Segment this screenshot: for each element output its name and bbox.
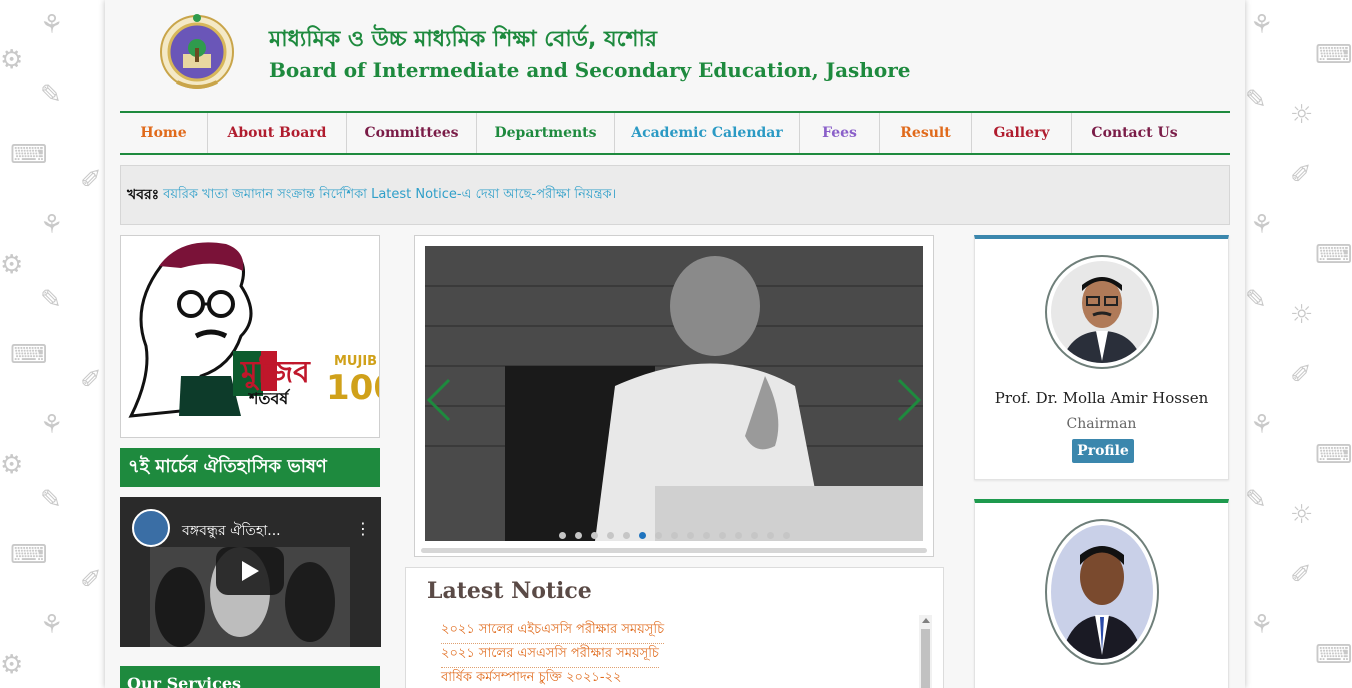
- slider-dot[interactable]: [590, 532, 598, 539]
- ticker-label: খবরঃ: [127, 187, 160, 203]
- mujib-label-en: MUJIB: [334, 354, 378, 369]
- slider-dots: [425, 532, 923, 544]
- latest-notice-title: Latest Notice: [427, 578, 592, 604]
- chairman-card: Prof. Dr. Molla Amir Hossen Chairman Pro…: [974, 235, 1229, 480]
- chairman-portrait: [1051, 261, 1153, 363]
- slider-dot[interactable]: [606, 532, 614, 539]
- slider-scrollbar[interactable]: [421, 548, 927, 553]
- speech-section-heading: ৭ই মার্চের ঐতিহাসিক ভাষণ: [120, 448, 380, 487]
- notice-item[interactable]: ২০২১ সালের এসএসসি পরীক্ষার সময়সূচি: [441, 644, 659, 668]
- notice-item[interactable]: বার্ষিক কর্মসম্পাদন চুক্তি ২০২১-২২: [441, 668, 621, 688]
- scroll-up-icon[interactable]: [922, 618, 930, 623]
- scroll-thumb[interactable]: [921, 629, 930, 688]
- slider-dot[interactable]: [718, 532, 726, 539]
- official-portrait: [1051, 525, 1153, 659]
- nav-academic-calendar[interactable]: Academic Calendar: [615, 113, 800, 153]
- notice-scrollbar[interactable]: [919, 615, 932, 688]
- logo-seal-icon: [160, 14, 234, 89]
- slider-prev-button[interactable]: [425, 378, 453, 422]
- slider-dot[interactable]: [734, 532, 742, 539]
- chairman-role: Chairman: [1066, 416, 1137, 432]
- chairman-profile-button[interactable]: Profile: [1072, 439, 1134, 463]
- nav-departments[interactable]: Departments: [477, 113, 615, 153]
- play-icon: [242, 561, 259, 581]
- slider-dot[interactable]: [670, 532, 678, 539]
- nav-result[interactable]: Result: [880, 113, 972, 153]
- nav-gallery[interactable]: Gallery: [972, 113, 1072, 153]
- main-nav: Home About Board Committees Departments …: [120, 111, 1230, 155]
- news-ticker: খবরঃ বয়রিক খাতা জমাদান সংক্রান্ত নির্দে…: [120, 165, 1230, 225]
- chevron-left-icon: [426, 378, 451, 422]
- services-heading: Our Services: [120, 666, 380, 688]
- latest-notice-panel: Latest Notice ২০২১ সালের এইচএসসি পরীক্ষা…: [405, 567, 944, 688]
- notice-item[interactable]: ২০২১ সালের এইচএসসি পরীক্ষার সময়সূচি: [441, 620, 665, 644]
- slider-next-button[interactable]: [895, 378, 923, 422]
- video-title[interactable]: বঙ্গবন্ধুর ঐতিহা...: [182, 519, 281, 543]
- nav-home[interactable]: Home: [120, 113, 208, 153]
- slider-dot[interactable]: [574, 532, 582, 539]
- slider-dot[interactable]: [766, 532, 774, 539]
- chairman-name: Prof. Dr. Molla Amir Hossen: [994, 389, 1209, 407]
- mujib-number: 100: [326, 368, 379, 408]
- chairman-photo: [1045, 255, 1159, 369]
- nav-about-board[interactable]: About Board: [208, 113, 347, 153]
- nav-contact-us[interactable]: Contact Us: [1072, 113, 1197, 153]
- slider-dot[interactable]: [622, 532, 630, 539]
- slider-dot[interactable]: [638, 532, 646, 539]
- chevron-right-icon: [897, 378, 922, 422]
- slider-dot[interactable]: [702, 532, 710, 539]
- notice-list: ২০২১ সালের এইচএসসি পরীক্ষার সময়সূচি ২০২…: [441, 620, 665, 688]
- mujib-100-banner[interactable]: মুজিব শতবর্ষ MUJIB 100: [120, 235, 380, 438]
- site-title-bangla: মাধ্যমিক ও উচ্চ মাধ্যমিক শিক্ষা বোর্ড, য…: [269, 27, 657, 52]
- image-slider: [414, 235, 934, 557]
- channel-avatar[interactable]: [132, 509, 170, 547]
- speech-video-player[interactable]: বঙ্গবন্ধুর ঐতিহা... ⋮: [120, 497, 381, 647]
- ticker-link[interactable]: বয়রিক খাতা জমাদান সংক্রান্ত নির্দেশিকা …: [163, 185, 616, 206]
- official-photo: [1045, 519, 1159, 665]
- slider-dot[interactable]: [558, 532, 566, 539]
- slider-dot[interactable]: [686, 532, 694, 539]
- site-title-english: Board of Intermediate and Secondary Educ…: [269, 58, 911, 82]
- nav-committees[interactable]: Committees: [347, 113, 477, 153]
- mujib-sub-bn: শতবর্ষ: [249, 389, 289, 408]
- more-vert-icon[interactable]: ⋮: [355, 519, 371, 538]
- official-card: [974, 499, 1229, 688]
- slider-photo: [425, 246, 923, 541]
- slider-dot[interactable]: [782, 532, 790, 539]
- slider-dot[interactable]: [750, 532, 758, 539]
- slider-dot[interactable]: [654, 532, 662, 539]
- page-container: মাধ্যমিক ও উচ্চ মাধ্যমিক শিক্ষা বোর্ড, য…: [105, 0, 1245, 688]
- nav-fees[interactable]: Fees: [800, 113, 880, 153]
- slider-image: [425, 246, 923, 541]
- play-button[interactable]: [216, 547, 284, 595]
- board-logo[interactable]: [157, 10, 237, 94]
